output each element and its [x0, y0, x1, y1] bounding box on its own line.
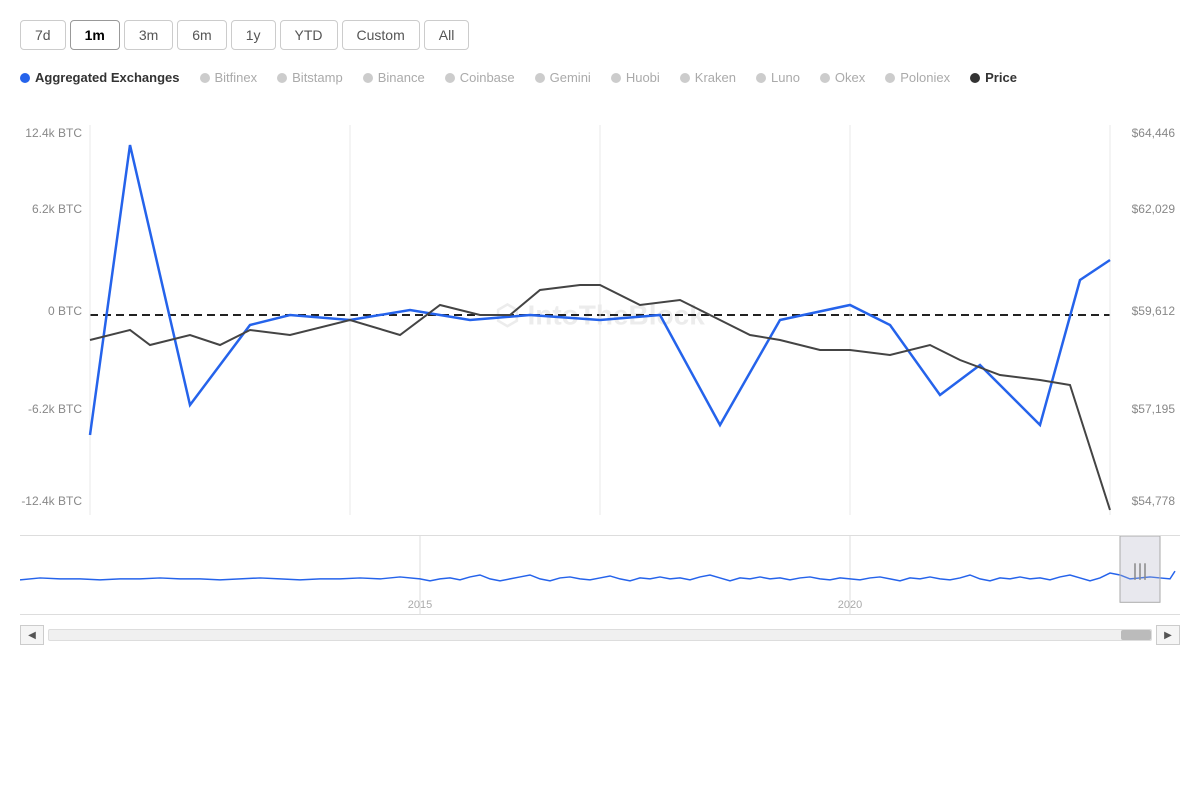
legend-item-coinbase[interactable]: Coinbase	[445, 70, 515, 85]
legend-label-binance: Binance	[378, 70, 425, 85]
legend-label-bitstamp: Bitstamp	[292, 70, 343, 85]
time-btn-all[interactable]: All	[424, 20, 470, 50]
legend-dot-bitfinex	[200, 73, 210, 83]
legend-item-binance[interactable]: Binance	[363, 70, 425, 85]
svg-text:$64,446: $64,446	[1132, 126, 1176, 140]
svg-text:-6.2k BTC: -6.2k BTC	[28, 402, 82, 416]
legend-dot-poloniex	[885, 73, 895, 83]
svg-text:$62,029: $62,029	[1132, 202, 1176, 216]
legend-dot-okex	[820, 73, 830, 83]
time-btn-3m[interactable]: 3m	[124, 20, 173, 50]
svg-text:2020: 2020	[838, 599, 862, 611]
legend-label-okex: Okex	[835, 70, 865, 85]
legend-dot-coinbase	[445, 73, 455, 83]
scroll-right-button[interactable]: ▶	[1156, 625, 1180, 645]
legend-dot-huobi	[611, 73, 621, 83]
time-btn-ytd[interactable]: YTD	[280, 20, 338, 50]
scroll-thumb[interactable]	[1121, 630, 1151, 640]
legend-item-okex[interactable]: Okex	[820, 70, 865, 85]
legend-label-poloniex: Poloniex	[900, 70, 950, 85]
legend-item-bitstamp[interactable]: Bitstamp	[277, 70, 343, 85]
legend-dot-aggregated-exchanges	[20, 73, 30, 83]
time-range-buttons: 7d1m3m6m1yYTDCustomAll	[20, 20, 1180, 50]
svg-text:0 BTC: 0 BTC	[48, 304, 82, 318]
legend-item-aggregated-exchanges[interactable]: Aggregated Exchanges	[20, 70, 180, 85]
legend-label-huobi: Huobi	[626, 70, 660, 85]
mini-chart-container: 2015 2020	[20, 535, 1180, 615]
scrollbar: ◀ ▶	[20, 623, 1180, 647]
legend-dot-gemini	[535, 73, 545, 83]
svg-text:6.2k BTC: 6.2k BTC	[32, 202, 82, 216]
mini-chart-svg: 2015 2020	[20, 536, 1180, 614]
scroll-left-button[interactable]: ◀	[20, 625, 44, 645]
legend-label-kraken: Kraken	[695, 70, 736, 85]
legend-item-price[interactable]: Price	[970, 70, 1017, 85]
main-chart-svg: 12.4k BTC 6.2k BTC 0 BTC -6.2k BTC -12.4…	[20, 105, 1180, 525]
svg-text:12.4k BTC: 12.4k BTC	[25, 126, 82, 140]
legend-label-bitfinex: Bitfinex	[215, 70, 258, 85]
legend-dot-luno	[756, 73, 766, 83]
legend-dot-bitstamp	[277, 73, 287, 83]
main-container: 7d1m3m6m1yYTDCustomAll Aggregated Exchan…	[0, 0, 1200, 800]
legend-label-aggregated-exchanges: Aggregated Exchanges	[35, 70, 180, 85]
legend-dot-kraken	[680, 73, 690, 83]
legend-item-poloniex[interactable]: Poloniex	[885, 70, 950, 85]
legend-label-gemini: Gemini	[550, 70, 591, 85]
legend-label-price: Price	[985, 70, 1017, 85]
svg-text:Aug 19: Aug 19	[491, 524, 529, 525]
legend-item-huobi[interactable]: Huobi	[611, 70, 660, 85]
legend-item-kraken[interactable]: Kraken	[680, 70, 736, 85]
svg-text:Sep 2: Sep 2	[994, 524, 1026, 525]
svg-text:-12.4k BTC: -12.4k BTC	[21, 494, 82, 508]
svg-text:$57,195: $57,195	[1132, 402, 1176, 416]
time-btn-1y[interactable]: 1y	[231, 20, 276, 50]
chart-legend: Aggregated Exchanges Bitfinex Bitstamp Bina…	[20, 70, 1180, 85]
svg-text:Aug 12: Aug 12	[241, 524, 279, 525]
svg-text:$59,612: $59,612	[1132, 304, 1176, 318]
legend-item-bitfinex[interactable]: Bitfinex	[200, 70, 258, 85]
legend-item-luno[interactable]: Luno	[756, 70, 800, 85]
svg-text:$54,778: $54,778	[1132, 494, 1176, 508]
legend-dot-binance	[363, 73, 373, 83]
legend-item-gemini[interactable]: Gemini	[535, 70, 591, 85]
legend-label-luno: Luno	[771, 70, 800, 85]
legend-label-coinbase: Coinbase	[460, 70, 515, 85]
time-btn-custom[interactable]: Custom	[342, 20, 420, 50]
svg-text:Aug 26: Aug 26	[741, 524, 779, 525]
time-btn-1m[interactable]: 1m	[70, 20, 120, 50]
scroll-track[interactable]	[48, 629, 1152, 641]
time-btn-7d[interactable]: 7d	[20, 20, 66, 50]
main-chart-area: ⬡ IntoTheBlock 12.4k BTC 6.2k BTC 0 BTC …	[20, 105, 1180, 525]
legend-dot-price	[970, 73, 980, 83]
time-btn-6m[interactable]: 6m	[177, 20, 226, 50]
svg-text:2015: 2015	[408, 599, 432, 611]
